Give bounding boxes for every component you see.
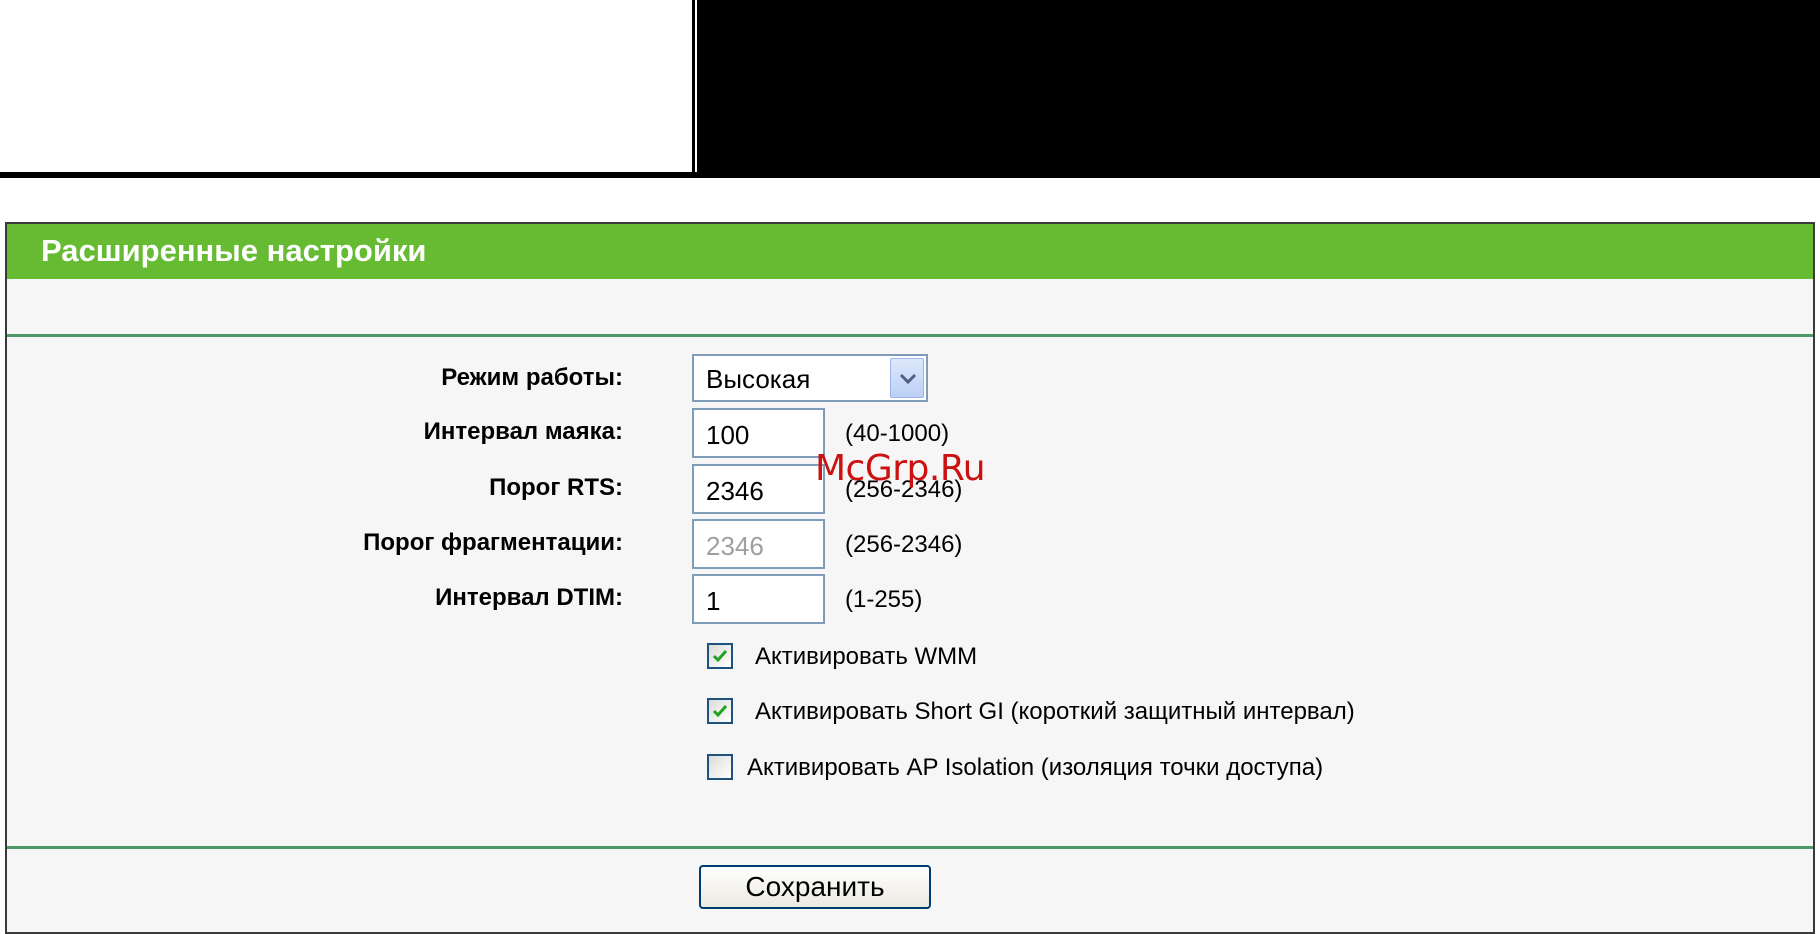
top-banner bbox=[695, 0, 1820, 175]
checkmark-icon bbox=[712, 705, 728, 718]
beacon-interval-range: (40-1000) bbox=[845, 420, 950, 447]
checkmark-icon bbox=[712, 650, 728, 663]
fragmentation-threshold-row: Порог фрагментации: 2346 (256-2346) bbox=[7, 519, 1813, 569]
page: Расширенные настройки Режим работы: Высо… bbox=[0, 0, 1820, 934]
beacon-interval-input[interactable]: 100 bbox=[692, 408, 825, 458]
beacon-interval-label: Интервал маяка: bbox=[423, 418, 623, 445]
rts-threshold-input[interactable]: 2346 bbox=[692, 464, 825, 514]
chevron-down-icon bbox=[899, 373, 917, 385]
short-gi-label: Активировать Short GI (короткий защитный… bbox=[755, 698, 1355, 725]
watermark: McGrp.Ru bbox=[815, 448, 986, 489]
wmm-option: Активировать WMM bbox=[707, 641, 1707, 675]
dtim-interval-label: Интервал DTIM: bbox=[435, 584, 623, 611]
mode-select[interactable]: Высокая bbox=[692, 354, 928, 402]
panel-header: Расширенные настройки bbox=[7, 224, 1813, 279]
short-gi-checkbox[interactable] bbox=[707, 698, 733, 724]
wmm-label: Активировать WMM bbox=[755, 643, 978, 670]
short-gi-option: Активировать Short GI (короткий защитный… bbox=[707, 696, 1707, 730]
advanced-settings-panel: Расширенные настройки Режим работы: Высо… bbox=[5, 222, 1815, 934]
bottom-divider bbox=[7, 846, 1813, 849]
fragmentation-threshold-range: (256-2346) bbox=[845, 531, 963, 558]
wmm-checkbox[interactable] bbox=[707, 643, 733, 669]
mode-select-value: Высокая bbox=[706, 364, 811, 394]
dtim-interval-range: (1-255) bbox=[845, 586, 923, 613]
rts-threshold-label: Порог RTS: bbox=[489, 474, 623, 501]
ap-isolation-option: Активировать AP Isolation (изоляция точк… bbox=[707, 752, 1707, 786]
dtim-interval-row: Интервал DTIM: 1 (1-255) bbox=[7, 574, 1813, 624]
mode-row: Режим работы: Высокая bbox=[7, 354, 1813, 404]
dropdown-button[interactable] bbox=[890, 358, 924, 398]
dtim-interval-input[interactable]: 1 bbox=[692, 574, 825, 624]
top-divider bbox=[7, 334, 1813, 337]
save-button[interactable]: Сохранить bbox=[699, 865, 931, 909]
banner-divider bbox=[0, 172, 1820, 178]
ap-isolation-checkbox[interactable] bbox=[707, 754, 733, 780]
mode-label: Режим работы: bbox=[441, 364, 623, 391]
fragmentation-threshold-label: Порог фрагментации: bbox=[363, 529, 623, 556]
panel-title: Расширенные настройки bbox=[41, 233, 427, 268]
fragmentation-threshold-input: 2346 bbox=[692, 519, 825, 569]
ap-isolation-label: Активировать AP Isolation (изоляция точк… bbox=[747, 754, 1324, 781]
